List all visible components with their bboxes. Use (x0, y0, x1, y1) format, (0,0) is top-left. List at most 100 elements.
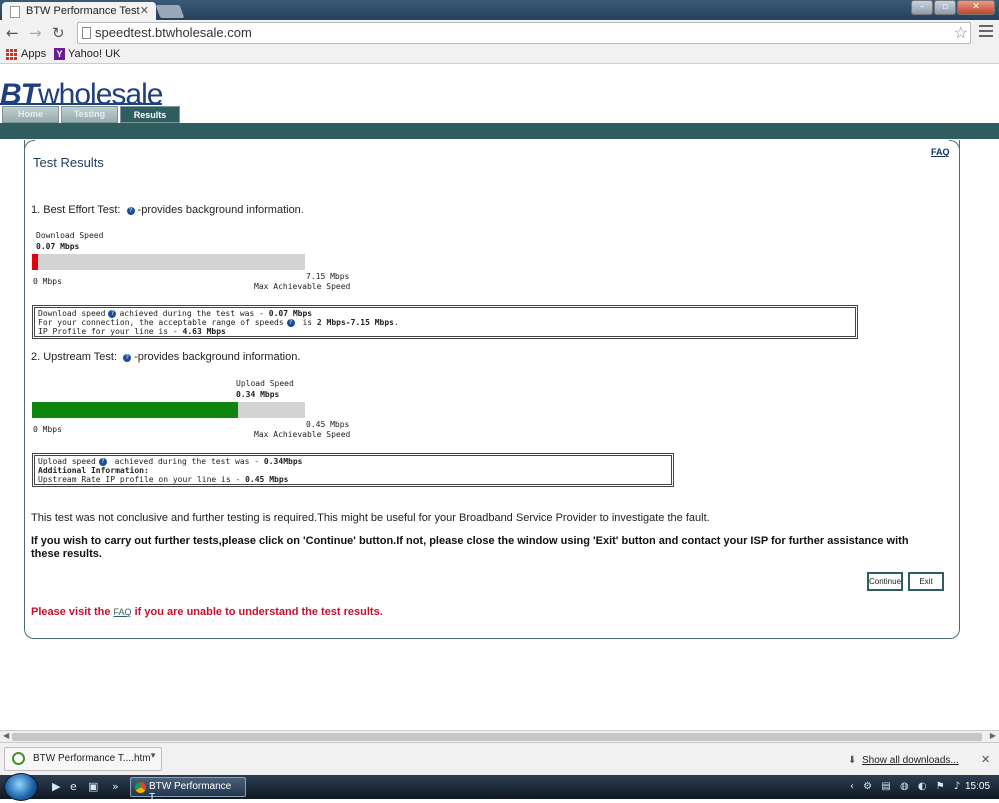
download-max-value: 7.15 Mbps (306, 272, 350, 281)
bookmarks-bar: Apps Y Yahoo! UK (0, 46, 999, 64)
minimize-button[interactable]: – (911, 0, 933, 15)
up-info-line3-pre: Upstream Rate IP profile on your line is… (38, 475, 246, 484)
help-icon[interactable]: ? (126, 207, 135, 215)
help-icon[interactable]: ? (108, 310, 117, 318)
window-close-button[interactable]: ✕ (957, 0, 995, 15)
browser-toolbar: ← → ↻ speedtest.btwholesale.com ☆ (0, 20, 999, 46)
download-min-value: 0 Mbps (33, 277, 62, 286)
exit-button[interactable]: Exit (908, 572, 944, 591)
conclusion-text: This test was not conclusive and further… (31, 512, 710, 524)
best-effort-heading-prefix: 1. Best Effort Test: (31, 204, 121, 216)
faq-inline-link[interactable]: FAQ (114, 607, 132, 617)
close-shelf-icon[interactable]: ✕ (981, 753, 990, 766)
windows-taskbar: ▶ e ▣ » BTW Performance T... ‹ ⚙ ▤ ◍ ◐ ⚑… (0, 773, 999, 803)
address-url: speedtest.btwholesale.com (95, 25, 252, 40)
new-tab-button[interactable] (155, 5, 185, 18)
upload-min-value: 0 Mbps (33, 425, 62, 434)
apps-grid-icon (6, 48, 17, 60)
acceptable-range-value: 2 Mbps-7.15 Mbps (316, 318, 394, 327)
help-icon[interactable]: ? (123, 354, 132, 362)
back-arrow-icon[interactable]: ← (6, 24, 19, 42)
continue-button[interactable]: Continue (867, 572, 903, 591)
upload-speed-bar-fill (32, 402, 238, 418)
window-title-bar: BTW Performance Test ✕ – ▫ ✕ (0, 0, 999, 21)
download-item-label: BTW Performance T....htm (33, 753, 151, 764)
taskbar-task-label: BTW Performance T... (149, 781, 232, 803)
forward-arrow-icon[interactable]: → (29, 24, 42, 42)
horizontal-scrollbar[interactable]: ◀ ▶ (0, 730, 999, 742)
info-line3-pre: IP Profile for your line is - (38, 327, 183, 336)
page-favicon-icon (10, 6, 20, 18)
info-line2-mid: is (297, 318, 317, 327)
chevron-down-icon[interactable]: ▼ (149, 751, 157, 760)
faq-help-suffix: if you are unable to understand the test… (131, 606, 383, 618)
help-icon[interactable]: ? (286, 319, 295, 327)
bookmark-star-icon[interactable]: ☆ (954, 23, 968, 43)
bookmark-yahoo-label: Yahoo! UK (68, 48, 121, 60)
upstream-heading-suffix: -provides background information. (134, 351, 301, 363)
best-effort-heading-suffix: -provides background information. (137, 204, 304, 216)
info-line2-pre: For your connection, the acceptable rang… (38, 318, 284, 327)
faq-help-prefix: Please visit the (31, 606, 114, 618)
download-max-caption: Max Achievable Speed (254, 282, 351, 291)
browser-tab[interactable]: BTW Performance Test ✕ (2, 2, 156, 21)
additional-info-label: Additional Information: (38, 466, 149, 475)
faq-help-text: Please visit the FAQ if you are unable t… (31, 606, 383, 618)
desktop-icon[interactable]: ▣ (88, 780, 98, 793)
address-bar[interactable]: speedtest.btwholesale.com ☆ (77, 22, 971, 44)
up-info-line1-pre: Upload speed (38, 457, 96, 466)
page-title: Test Results (33, 155, 104, 170)
clock: 15:05 (965, 781, 991, 792)
info-line1-pre: Download speed (38, 309, 106, 318)
taskbar-chrome-button[interactable]: BTW Performance T... (130, 777, 246, 803)
internet-explorer-icon[interactable]: e (70, 780, 77, 793)
bookmark-yahoo[interactable]: Y Yahoo! UK (54, 48, 120, 60)
show-all-downloads-link[interactable]: Show all downloads... (862, 755, 959, 766)
tab-testing[interactable]: Testing (61, 106, 118, 123)
start-button[interactable] (4, 773, 38, 801)
up-info-line1-mid: achieved during the test was - (109, 457, 264, 466)
scrollbar-thumb[interactable] (12, 733, 982, 741)
instruction-text: If you wish to carry out further tests,p… (31, 535, 909, 560)
upload-speed-value: 0.34 Mbps (236, 390, 280, 399)
help-icon[interactable]: ? (98, 458, 107, 466)
upload-speed-title: Upload Speed (236, 379, 294, 388)
upstream-heading-prefix: 2. Upstream Test: (31, 351, 117, 363)
download-item[interactable]: BTW Performance T....htm ▼ (4, 747, 162, 771)
reload-icon[interactable]: ↻ (52, 24, 65, 42)
faq-link[interactable]: FAQ (931, 147, 950, 157)
maximize-button[interactable]: ▫ (934, 0, 956, 15)
upload-info-box: Upload speed? achieved during the test w… (32, 453, 674, 487)
download-speed-value: 0.07 Mbps (36, 242, 80, 251)
upload-speed-bar (32, 402, 305, 418)
browser-menu-icon[interactable] (979, 25, 993, 40)
scroll-left-icon[interactable]: ◀ (3, 731, 9, 740)
download-shelf: BTW Performance T....htm ▼ ⬇ Show all do… (0, 742, 999, 775)
tab-home[interactable]: Home (2, 106, 59, 123)
bookmark-apps[interactable]: Apps (6, 48, 46, 60)
download-info-box: Download speed? achieved during the test … (32, 305, 858, 339)
more-quicklaunch-icon[interactable]: » (112, 780, 119, 793)
download-arrow-icon: ⬇ (848, 755, 857, 766)
upload-achieved-value: 0.34Mbps (263, 457, 303, 466)
best-effort-heading: 1. Best Effort Test: ? -provides backgrou… (31, 204, 304, 216)
info-line1-mid: achieved during the test was - (119, 309, 269, 318)
yahoo-icon: Y (54, 48, 65, 60)
site-nav: Home Testing Results (2, 106, 180, 123)
header-bar (0, 123, 999, 139)
tab-close-icon[interactable]: ✕ (140, 4, 149, 17)
media-player-icon[interactable]: ▶ (52, 780, 60, 793)
download-speed-title: Download Speed (36, 231, 104, 240)
download-speed-bar (32, 254, 305, 270)
chrome-document-icon (12, 752, 25, 765)
system-tray-icons[interactable]: ‹ ⚙ ▤ ◍ ◐ ⚑ ♪ (850, 781, 963, 792)
window-controls: – ▫ ✕ (911, 0, 995, 16)
upstream-heading: 2. Upstream Test: ? -provides background … (31, 351, 300, 363)
web-page: BTwholesale Home Testing Results (0, 65, 999, 729)
download-achieved-value: 0.07 Mbps (268, 309, 313, 318)
chrome-icon (135, 782, 146, 793)
download-speed-bar-fill (32, 254, 38, 270)
tab-results[interactable]: Results (120, 106, 180, 123)
scroll-right-icon[interactable]: ▶ (990, 731, 996, 740)
ip-profile-value: 4.63 Mbps (182, 327, 226, 336)
